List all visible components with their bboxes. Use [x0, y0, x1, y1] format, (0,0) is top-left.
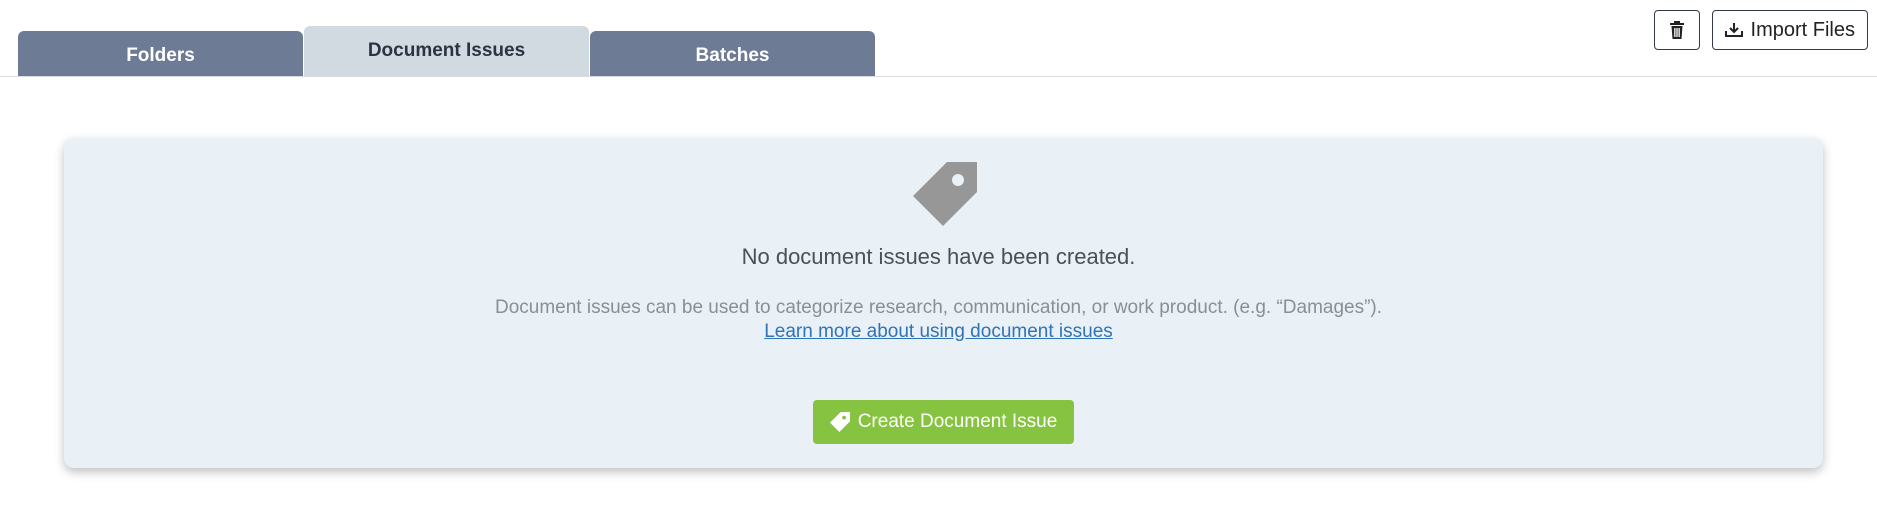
empty-state-title: No document issues have been created.	[741, 244, 1136, 269]
empty-state-description: Document issues can be used to categoriz…	[494, 297, 1383, 318]
trash-icon	[1669, 21, 1684, 39]
create-document-issue-button[interactable]: Create Document Issue	[813, 400, 1074, 444]
tab-folders[interactable]: Folders	[18, 31, 303, 76]
tab-batches[interactable]: Batches	[590, 31, 875, 76]
tag-icon	[913, 162, 977, 226]
import-files-label: Import Files	[1750, 18, 1855, 41]
download-tray-icon	[1724, 23, 1743, 37]
delete-button[interactable]	[1653, 10, 1700, 50]
tab-document-issues[interactable]: Document Issues	[304, 26, 589, 76]
learn-more-link[interactable]: Learn more about using document issues	[764, 321, 1113, 342]
tab-bar: Folders Document Issues Batches	[0, 0, 1877, 77]
create-document-issue-label: Create Document Issue	[857, 411, 1058, 432]
top-actions: Import Files	[1653, 10, 1868, 50]
learn-more-row: Learn more about using document issues	[0, 321, 1877, 343]
import-files-button[interactable]: Import Files	[1711, 10, 1868, 50]
tag-icon	[829, 412, 850, 432]
